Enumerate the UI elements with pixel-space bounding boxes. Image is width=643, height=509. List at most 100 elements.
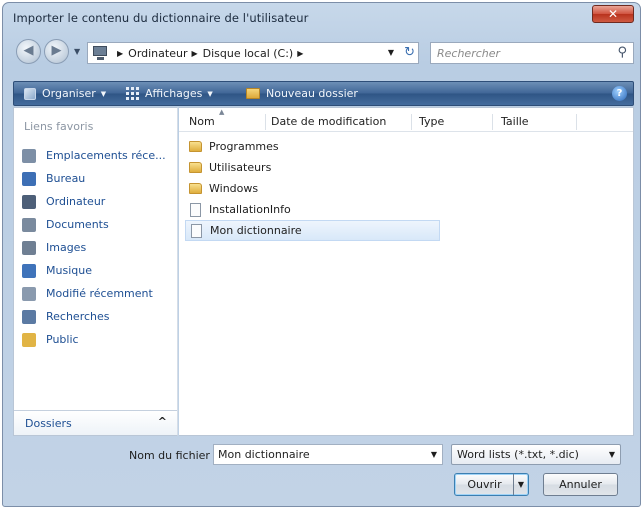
file-name: Utilisateurs	[209, 161, 272, 174]
favorite-links-list: Emplacements réce... Bureau Ordinateur Docu…	[22, 144, 174, 351]
close-button[interactable]: ✕	[592, 5, 634, 23]
chevron-down-icon: ▼	[608, 450, 615, 459]
cancel-button[interactable]: Annuler	[543, 473, 618, 496]
desktop-icon	[22, 171, 36, 186]
filetype-select[interactable]: Word lists (*.txt, *.dic) ▼	[451, 444, 621, 465]
organise-label: Organiser	[42, 87, 96, 100]
command-toolbar: Organiser ▼ Affichages ▼ Nouveau dossier…	[13, 81, 634, 106]
search-input[interactable]: Rechercher ⚲	[430, 42, 634, 64]
file-row[interactable]: Utilisateurs	[185, 157, 445, 178]
recent-places-icon	[22, 148, 36, 163]
forward-arrow-icon: ▶	[51, 43, 62, 58]
filename-value: Mon dictionnaire	[218, 448, 310, 461]
refresh-icon[interactable]: ↻	[404, 45, 415, 60]
folder-icon	[189, 162, 202, 173]
folder-icon	[189, 183, 202, 194]
chevron-up-icon: ^	[157, 415, 167, 428]
breadcrumb-separator-icon[interactable]: ▶	[297, 49, 303, 58]
file-icon	[191, 223, 202, 238]
computer-icon	[22, 194, 36, 209]
folder-icon	[189, 141, 202, 152]
window-title: Importer le contenu du dictionnaire de l…	[13, 11, 309, 25]
sort-ascending-icon: ▲	[219, 108, 225, 116]
sidebar-item-label: Bureau	[46, 172, 86, 185]
sidebar-item[interactable]: Emplacements réce...	[22, 144, 174, 167]
sidebar-item-label: Modifié récemment	[46, 287, 153, 300]
open-options-chevron-down-icon[interactable]: ▼	[513, 474, 528, 495]
column-header-row: Nom ▲ Date de modification Type Taille	[179, 108, 633, 132]
column-header-type[interactable]: Type	[415, 115, 444, 128]
file-list-pane: Nom ▲ Date de modification Type Taille P…	[179, 107, 634, 436]
search-icon[interactable]: ⚲	[617, 45, 627, 60]
sidebar-item-label: Recherches	[46, 310, 110, 323]
filename-input[interactable]: Mon dictionnaire ▼	[213, 444, 443, 465]
column-divider[interactable]	[265, 114, 266, 130]
title-bar: Importer le contenu du dictionnaire de l…	[3, 3, 640, 31]
file-icon	[190, 202, 201, 217]
filename-label: Nom du fichier :	[129, 449, 218, 462]
file-rows: Programmes Utilisateurs Windows Installatio…	[185, 136, 445, 241]
sidebar-item[interactable]: Musique	[22, 259, 174, 282]
folders-toggle[interactable]: Dossiers ^	[14, 410, 177, 435]
column-header-name[interactable]: Nom	[185, 115, 215, 128]
file-row[interactable]: Mon dictionnaire	[185, 220, 440, 241]
music-icon	[22, 263, 36, 278]
sidebar-item[interactable]: Ordinateur	[22, 190, 174, 213]
forward-button[interactable]: ▶	[44, 39, 69, 64]
sidebar-item[interactable]: Images	[22, 236, 174, 259]
organise-icon	[24, 87, 36, 100]
sidebar-item-label: Musique	[46, 264, 92, 277]
file-name: Mon dictionnaire	[210, 224, 302, 237]
new-folder-button[interactable]: Nouveau dossier	[246, 87, 358, 100]
recently-changed-icon	[22, 286, 36, 301]
views-button[interactable]: Affichages ▼	[126, 87, 213, 100]
sidebar-item-label: Documents	[46, 218, 109, 231]
file-name: Programmes	[209, 140, 279, 153]
public-folder-icon	[22, 332, 36, 347]
recent-pages-chevron-down-icon[interactable]: ▼	[74, 47, 84, 57]
address-bar[interactable]: ▶ Ordinateur ▶ Disque local (C:) ▶ ▼ ↻	[87, 42, 419, 64]
sidebar-item-label: Ordinateur	[46, 195, 106, 208]
column-divider[interactable]	[576, 114, 577, 130]
filetype-value: Word lists (*.txt, *.dic)	[457, 448, 579, 461]
breadcrumb-local-disk[interactable]: Disque local (C:)	[203, 47, 294, 60]
column-header-size[interactable]: Taille	[497, 115, 529, 128]
breadcrumb-separator-icon[interactable]: ▶	[191, 49, 197, 58]
documents-icon	[22, 217, 36, 232]
sidebar-item-label: Emplacements réce...	[46, 149, 166, 162]
sidebar-item-label: Public	[46, 333, 79, 346]
file-row[interactable]: Windows	[185, 178, 445, 199]
open-button[interactable]: Ouvrir ▼	[454, 473, 529, 496]
views-icon	[126, 87, 139, 100]
column-divider[interactable]	[492, 114, 493, 130]
column-header-date[interactable]: Date de modification	[267, 115, 386, 128]
back-button[interactable]: ◀	[16, 39, 41, 64]
sidebar-item[interactable]: Documents	[22, 213, 174, 236]
file-dialog-window: Importer le contenu du dictionnaire de l…	[2, 2, 641, 507]
file-name: InstallationInfo	[209, 203, 291, 216]
chevron-down-icon: ▼	[207, 89, 213, 98]
chevron-down-icon: ▼	[100, 89, 107, 98]
help-icon[interactable]: ?	[612, 86, 627, 101]
file-name: Windows	[209, 182, 259, 195]
filename-history-chevron-down-icon[interactable]: ▼	[431, 450, 437, 459]
breadcrumb-separator-icon[interactable]: ▶	[117, 49, 123, 58]
views-label: Affichages	[145, 87, 203, 100]
navigation-pane: Liens favoris Emplacements réce... Bureau…	[13, 107, 178, 436]
search-placeholder: Rechercher	[437, 47, 501, 60]
file-row[interactable]: Programmes	[185, 136, 445, 157]
favorite-links-heading: Liens favoris	[24, 120, 94, 133]
sidebar-item[interactable]: Recherches	[22, 305, 174, 328]
organise-button[interactable]: Organiser ▼	[24, 87, 106, 100]
sidebar-item[interactable]: Modifié récemment	[22, 282, 174, 305]
pictures-icon	[22, 240, 36, 255]
sidebar-item[interactable]: Public	[22, 328, 174, 351]
address-history-chevron-down-icon[interactable]: ▼	[388, 48, 394, 57]
file-row[interactable]: InstallationInfo	[185, 199, 445, 220]
computer-icon	[91, 44, 113, 62]
breadcrumb-computer[interactable]: Ordinateur	[128, 47, 187, 60]
folders-label: Dossiers	[25, 417, 72, 430]
column-divider[interactable]	[411, 114, 412, 130]
new-folder-label: Nouveau dossier	[266, 87, 358, 100]
sidebar-item[interactable]: Bureau	[22, 167, 174, 190]
